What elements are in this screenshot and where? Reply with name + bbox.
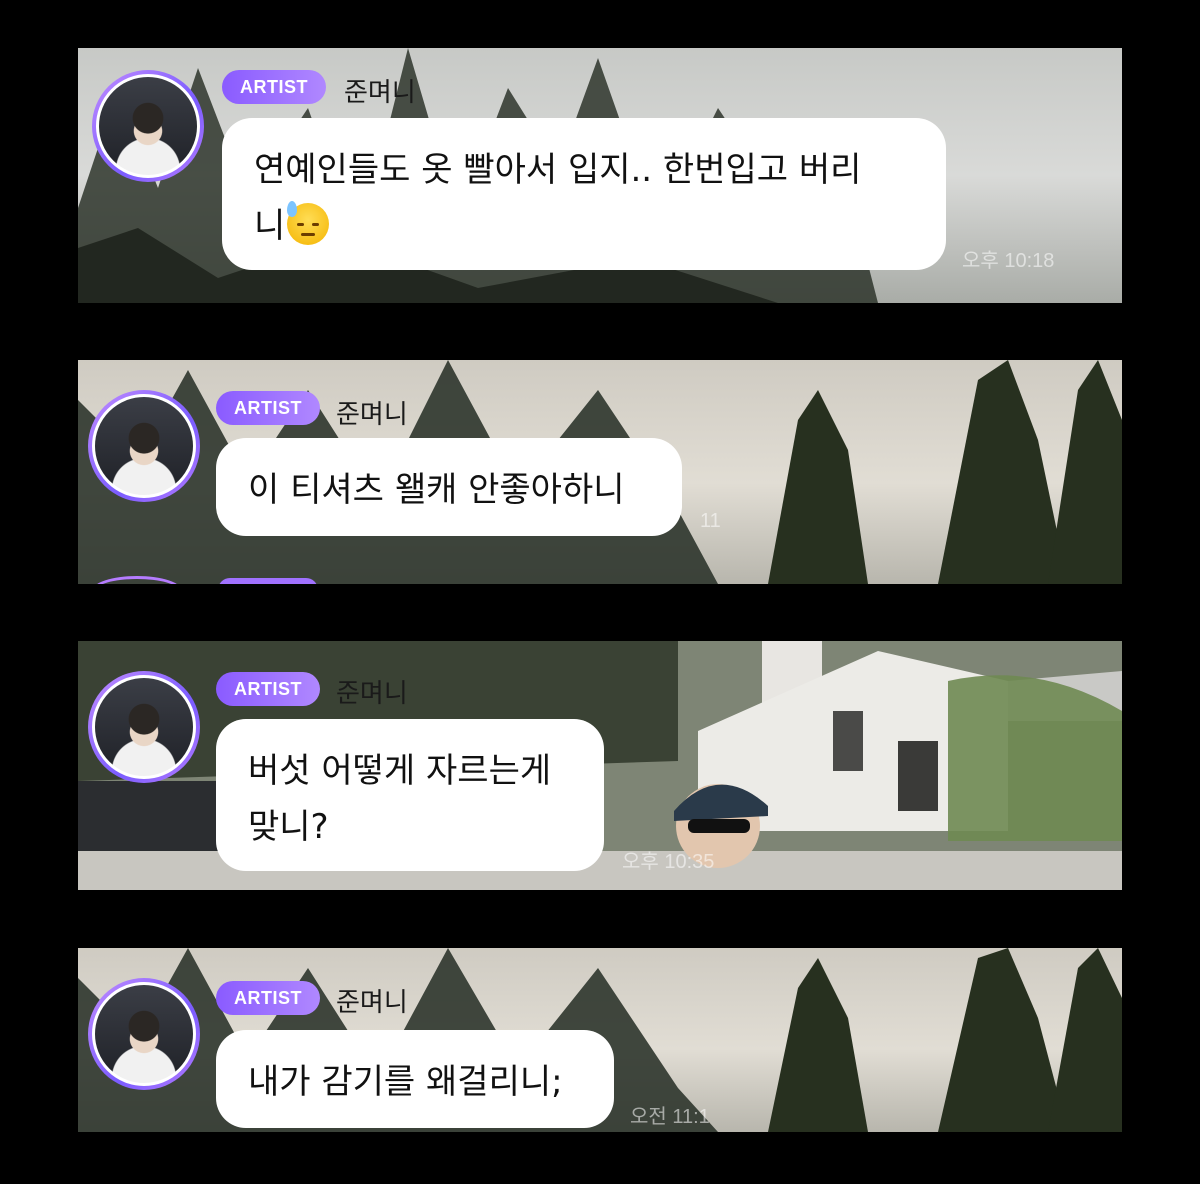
message-time: 11	[700, 510, 721, 532]
artist-badge: ARTIST	[216, 672, 320, 706]
chat-message-4: ARTIST 준며니 내가 감기를 왜걸리니; 오전 11:1	[78, 948, 1122, 1132]
message-text-line-2: 니	[254, 198, 914, 254]
artist-badge: ARTIST	[216, 981, 320, 1015]
sender-name: 준며니	[336, 988, 408, 1018]
chat-message-3: ARTIST 준며니 버섯 어떻게 자르는게 맞니? 오후 10:35	[78, 641, 1122, 890]
message-text-line-1: 내가 감기를 왜걸리니;	[248, 1062, 563, 1102]
message-bubble[interactable]: 버섯 어떻게 자르는게 맞니?	[216, 719, 604, 871]
sender-name: 준며니	[336, 679, 408, 709]
artist-avatar[interactable]	[88, 978, 200, 1090]
message-time: 오후 10:18	[962, 250, 1055, 272]
chat-message-2: ARTIST 준며니 이 티셔츠 왤캐 안좋아하니 11	[78, 360, 1122, 584]
artist-avatar[interactable]	[88, 390, 200, 502]
artist-avatar[interactable]	[88, 671, 200, 783]
message-text-line-2: 맞니?	[248, 807, 329, 847]
sender-name: 준며니	[336, 400, 408, 430]
sender-name: 준며니	[344, 78, 416, 108]
next-badge-peek	[218, 578, 318, 584]
message-bubble[interactable]: 이 티셔츠 왤캐 안좋아하니	[216, 438, 682, 536]
message-bubble[interactable]: 연예인들도 옷 빨아서 입지.. 한번입고 버리 니	[222, 118, 946, 270]
message-text-line-1: 버섯 어떻게 자르는게	[248, 751, 552, 791]
artist-badge: ARTIST	[222, 70, 326, 104]
message-bubble[interactable]: 내가 감기를 왜걸리니;	[216, 1030, 614, 1128]
artist-avatar[interactable]	[92, 70, 204, 182]
message-text-line-1: 이 티셔츠 왤캐 안좋아하니	[248, 470, 625, 510]
sweat-face-emoji-icon	[287, 201, 330, 245]
message-time: 오후 10:35	[622, 851, 715, 873]
message-time: 오전 11:1	[630, 1106, 710, 1128]
artist-badge: ARTIST	[216, 391, 320, 425]
chat-message-1: ARTIST 준며니 연예인들도 옷 빨아서 입지.. 한번입고 버리 니 오후…	[78, 48, 1122, 303]
message-text-line-1: 연예인들도 옷 빨아서 입지.. 한번입고 버리	[254, 150, 862, 190]
